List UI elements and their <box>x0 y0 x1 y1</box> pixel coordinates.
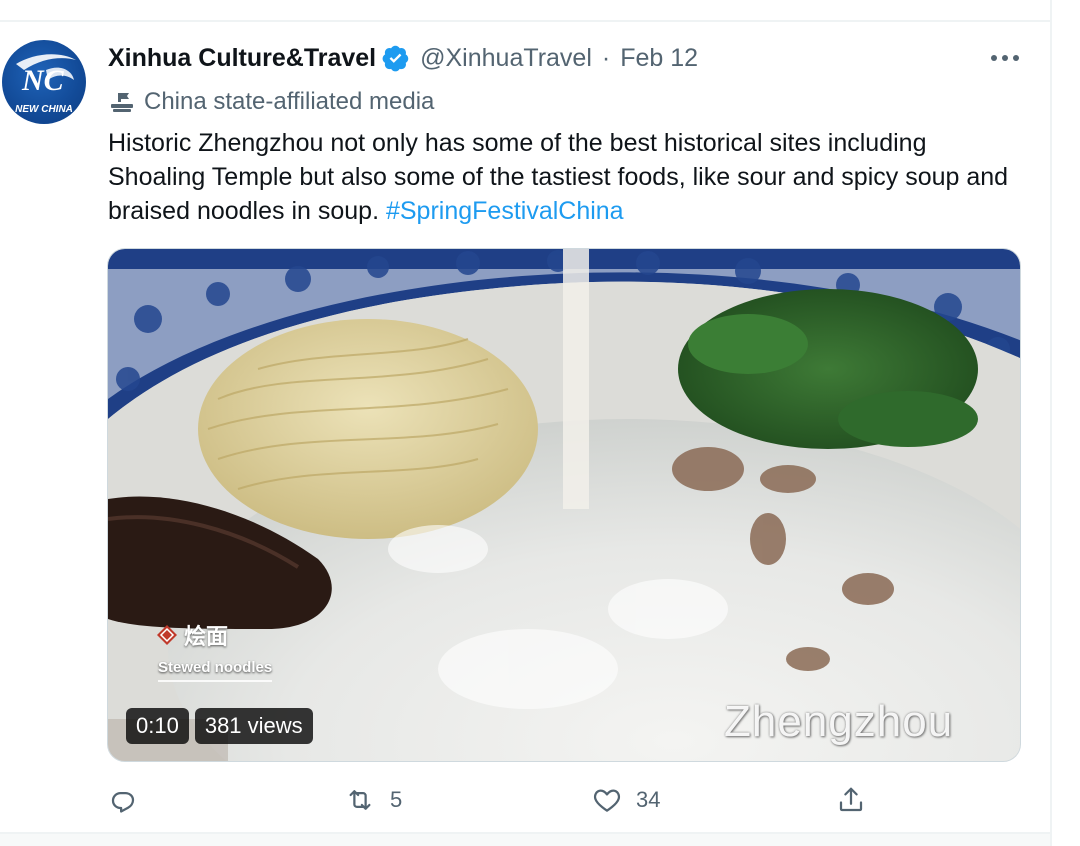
tweet-text: Historic Zhengzhou not only has some of … <box>108 126 1018 228</box>
share-button[interactable] <box>836 780 880 820</box>
display-name[interactable]: Xinhua Culture&Travel <box>108 44 376 73</box>
like-button[interactable]: 34 <box>592 780 660 820</box>
new-china-logo-icon: NC NEW CHINA <box>15 54 76 115</box>
hashtag-link[interactable]: #SpringFestivalChina <box>386 197 624 225</box>
tweet-date[interactable]: Feb 12 <box>620 44 698 73</box>
reply-button[interactable] <box>108 780 152 820</box>
caption-chinese-text: 烩面 <box>184 624 229 650</box>
video-caption-chinese: 烩面 <box>156 619 228 651</box>
tweet-header: Xinhua Culture&Travel @XinhuaTravel · Fe… <box>108 40 698 76</box>
separator-dot: · <box>601 43 611 72</box>
tweet-actions: 5 34 <box>108 780 888 820</box>
timeline-border <box>1050 0 1052 846</box>
like-count: 34 <box>636 787 661 812</box>
video-view-count: 381 views <box>194 708 313 744</box>
share-icon <box>839 787 863 812</box>
affiliation-text: China state-affiliated media <box>144 88 435 115</box>
video-caption-english: Stewed noodles <box>158 659 273 682</box>
heart-icon <box>593 789 621 812</box>
retweet-count: 5 <box>390 787 403 812</box>
avatar-logo-text: NEW CHINA <box>15 104 73 115</box>
verified-badge-icon <box>382 44 410 72</box>
retweet-button[interactable]: 5 <box>344 780 402 820</box>
reply-icon <box>111 792 135 813</box>
retweet-icon <box>349 790 371 810</box>
handle[interactable]: @XinhuaTravel <box>420 44 592 73</box>
more-dots-icon <box>991 55 1019 61</box>
video-duration: 0:10 <box>126 708 189 744</box>
video-watermark: Zhengzhou <box>724 697 954 746</box>
video-player[interactable]: 烩面 Stewed noodles Zhengzhou 0:10 381 vie… <box>107 248 1021 762</box>
podium-flag-icon <box>108 88 136 116</box>
tweet-page: NC NEW CHINA Xinhua Culture&Travel @Xinh… <box>0 0 1080 846</box>
top-divider <box>0 20 1050 22</box>
more-options-button[interactable] <box>985 42 1025 74</box>
avatar[interactable]: NC NEW CHINA <box>2 40 86 124</box>
video-frame-image <box>108 249 1020 761</box>
video-badges: 0:10 381 views <box>126 708 313 744</box>
state-affiliated-label[interactable]: China state-affiliated media <box>108 86 434 118</box>
next-tweet-edge <box>0 834 1050 846</box>
diamond-emblem-icon <box>156 624 178 646</box>
